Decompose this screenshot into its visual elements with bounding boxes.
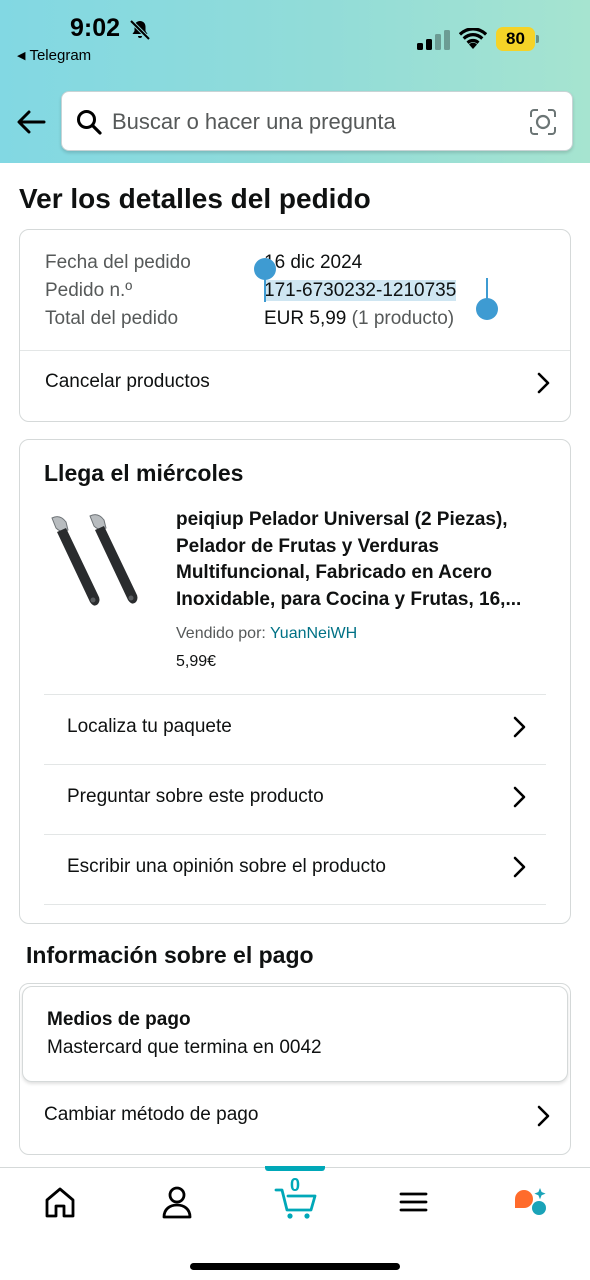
home-indicator — [190, 1263, 400, 1270]
payment-methods-label: Medios de pago — [47, 1009, 191, 1030]
chevron-right-icon — [513, 716, 526, 738]
peeler-left — [51, 516, 100, 606]
chevron-right-icon — [537, 372, 550, 394]
order-number-selected-text[interactable]: 171-6730232-1210735 — [264, 280, 457, 301]
cart-active-indicator — [265, 1166, 325, 1171]
payment-section-title: Información sobre el pago — [26, 942, 314, 968]
back-triangle-icon: ◀ — [17, 50, 26, 62]
track-package-label: Localiza tu paquete — [67, 716, 232, 737]
divider — [44, 904, 546, 905]
order-total-value: EUR 5,99 (1 producto) — [264, 308, 454, 330]
selection-start-handle[interactable] — [254, 258, 276, 280]
battery-indicator: 80 — [496, 27, 540, 51]
search-input[interactable] — [112, 102, 512, 142]
home-icon[interactable] — [40, 1184, 80, 1220]
payment-methods-box: Medios de pago Mastercard que termina en… — [22, 986, 568, 1082]
product-title-link[interactable]: peiqiup Pelador Universal (2 Piezas), Pe… — [176, 507, 558, 613]
divider — [20, 350, 570, 351]
order-total-count: (1 producto) — [351, 308, 455, 329]
product-image[interactable] — [44, 512, 154, 612]
battery-level: 80 — [506, 29, 525, 48]
change-payment-label: Cambiar método de pago — [44, 1104, 259, 1125]
divider — [44, 834, 546, 835]
rufus-icon[interactable] — [510, 1184, 550, 1220]
wifi-icon — [459, 28, 487, 49]
order-number-label: Pedido n.º — [45, 280, 133, 301]
divider — [44, 694, 546, 695]
account-icon[interactable] — [157, 1184, 197, 1220]
status-time: 9:02 — [70, 14, 121, 42]
sold-by-label: Vendido por: — [176, 625, 266, 642]
payment-card: Medios de pago Mastercard que termina en… — [19, 983, 571, 1155]
menu-icon[interactable] — [393, 1184, 433, 1220]
ask-product-label: Preguntar sobre este producto — [67, 786, 324, 807]
chevron-right-icon — [537, 1105, 550, 1127]
order-date-label: Fecha del pedido — [45, 252, 191, 273]
delivery-title: Llega el miércoles — [44, 460, 244, 486]
product-price: 5,99€ — [176, 653, 217, 670]
write-review-label: Escribir una opinión sobre el producto — [67, 856, 386, 877]
order-number-value[interactable]: 171-6730232-1210735 — [264, 280, 457, 302]
search-bar[interactable] — [61, 91, 573, 151]
order-summary-card: Fecha del pedido 16 dic 2024 Pedido n.º … — [19, 229, 571, 422]
search-icon — [77, 110, 102, 135]
payment-card-text: Mastercard que termina en 0042 — [47, 1037, 322, 1058]
app-header: 9:02 ◀ Telegram 80 — [0, 0, 590, 163]
back-arrow-icon[interactable] — [16, 108, 46, 136]
order-date-value: 16 dic 2024 — [264, 252, 363, 273]
cart-count: 0 — [290, 1175, 301, 1195]
seller-link[interactable]: YuanNeiWH — [270, 625, 357, 642]
camera-scan-icon[interactable] — [528, 107, 558, 137]
peeler-right — [89, 514, 138, 604]
bottom-nav: 0 — [0, 1166, 590, 1280]
order-total-label: Total del pedido — [45, 308, 179, 329]
page-title: Ver los detalles del pedido — [19, 183, 371, 214]
chevron-right-icon — [513, 856, 526, 878]
selection-end-handle[interactable] — [476, 298, 498, 320]
bell-muted-icon — [129, 19, 151, 41]
cancel-products-label: Cancelar productos — [45, 371, 210, 392]
chevron-right-icon — [513, 786, 526, 808]
back-app-label: Telegram — [29, 47, 92, 64]
sold-by: Vendido por: YuanNeiWH — [176, 625, 357, 643]
order-total-amount: EUR 5,99 — [264, 308, 347, 329]
shipment-card: Llega el miércoles peiqiup Pelador Unive… — [19, 439, 571, 924]
signal-icon — [417, 30, 450, 50]
back-to-app-link[interactable]: ◀ Telegram — [17, 47, 91, 64]
divider — [44, 764, 546, 765]
